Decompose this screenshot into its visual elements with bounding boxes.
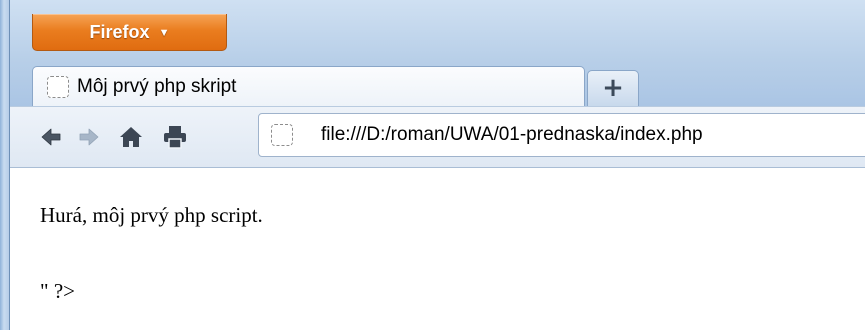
new-tab-button[interactable]: + bbox=[587, 70, 639, 106]
browser-window: Firefox ▼ Môj prvý php skript + file:///… bbox=[0, 0, 865, 330]
page-icon bbox=[47, 75, 69, 98]
back-arrow-icon bbox=[41, 128, 61, 146]
page-content: Hurá, môj prvý php script. " ?> bbox=[10, 168, 865, 330]
page-icon bbox=[271, 124, 293, 146]
content-text-line: " ?> bbox=[40, 279, 75, 303]
content-text-line: Hurá, môj prvý php script. bbox=[40, 203, 263, 227]
firefox-menu-label: Firefox bbox=[89, 21, 150, 42]
address-bar[interactable]: file:///D:/roman/UWA/01-prednaska/index.… bbox=[258, 113, 865, 157]
tab-bar: Môj prvý php skript + bbox=[10, 60, 865, 106]
print-icon bbox=[164, 126, 186, 149]
home-icon bbox=[120, 127, 142, 147]
forward-arrow-icon bbox=[79, 128, 99, 146]
url-text[interactable]: file:///D:/roman/UWA/01-prednaska/index.… bbox=[321, 124, 703, 146]
firefox-menu-button[interactable]: Firefox ▼ bbox=[32, 14, 227, 51]
tab-active[interactable]: Môj prvý php skript bbox=[32, 66, 585, 106]
chevron-down-icon: ▼ bbox=[158, 26, 170, 39]
forward-button[interactable] bbox=[72, 117, 106, 157]
tab-title: Môj prvý php skript bbox=[77, 75, 237, 97]
home-button[interactable] bbox=[114, 117, 148, 157]
plus-icon: + bbox=[602, 72, 624, 103]
back-button[interactable] bbox=[34, 117, 68, 157]
print-button[interactable] bbox=[158, 117, 192, 157]
window-frame-edge bbox=[0, 0, 10, 330]
navigation-toolbar: file:///D:/roman/UWA/01-prednaska/index.… bbox=[10, 106, 865, 168]
